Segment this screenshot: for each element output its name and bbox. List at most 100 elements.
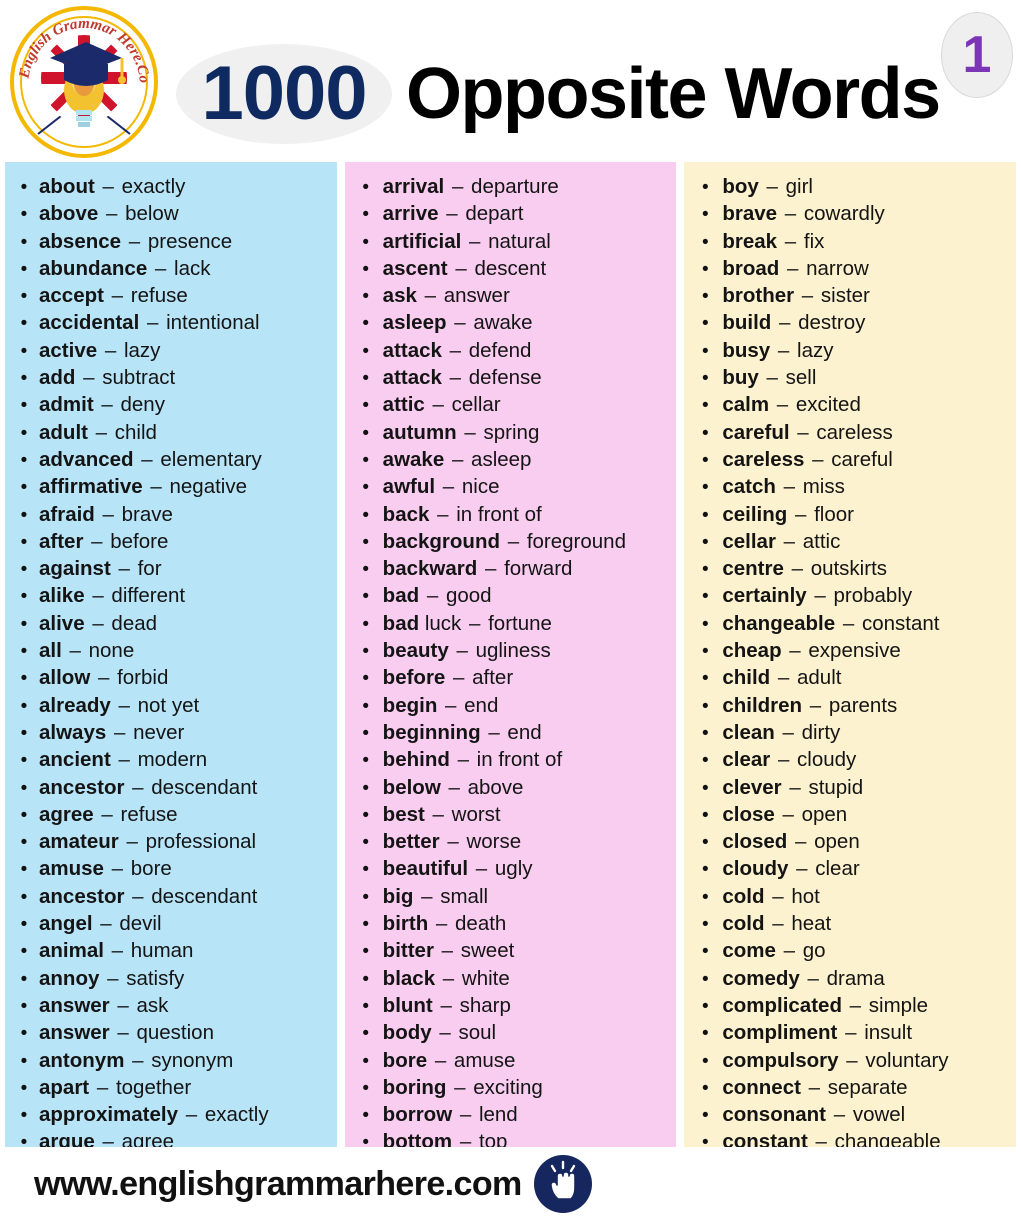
- dash-separator: –: [801, 284, 814, 308]
- word-pair-row: • arrive – depart: [349, 200, 673, 227]
- dash-separator: –: [449, 338, 462, 362]
- dash-separator: –: [132, 884, 144, 908]
- word-pair: adult – child: [39, 419, 157, 446]
- word: background: [382, 529, 500, 553]
- word-pair: allow – forbid: [39, 664, 168, 691]
- word: ancient: [39, 748, 111, 772]
- word: backward: [382, 557, 478, 581]
- opposite-word: depart: [465, 202, 524, 226]
- bullet-icon: •: [20, 1105, 28, 1127]
- word-pair: buy – sell: [722, 364, 816, 391]
- word: catch: [722, 475, 776, 499]
- dash-separator: –: [789, 775, 801, 799]
- site-url[interactable]: www.englishgrammarhere.com: [34, 1165, 522, 1204]
- word-pair: background – foreground: [383, 528, 626, 555]
- word: ascent: [382, 256, 448, 280]
- dash-separator: –: [434, 1048, 447, 1072]
- word-pair-row: • catch – miss: [688, 473, 1012, 500]
- bullet-icon: •: [20, 286, 28, 308]
- bullet-icon: •: [20, 559, 28, 581]
- bullet-icon: •: [702, 750, 709, 772]
- dash-separator: –: [102, 175, 114, 198]
- opposite-word: parents: [828, 693, 898, 717]
- opposite-word: deny: [120, 393, 165, 417]
- page-header: English Grammar Here.Com 1000 Opposite W…: [0, 0, 1021, 158]
- word-pair-row: • annoy – satisfy: [9, 965, 333, 992]
- opposite-word: narrow: [806, 256, 869, 280]
- bullet-icon: •: [362, 395, 369, 417]
- word-pair-row: • amateur – professional: [9, 828, 333, 855]
- word-pair-row: • busy – lazy: [688, 337, 1012, 364]
- opposite-word: subtract: [102, 366, 176, 390]
- bullet-icon: •: [20, 368, 28, 390]
- bullet-icon: •: [702, 395, 709, 417]
- bullet-icon: •: [702, 914, 709, 936]
- opposite-word: probably: [833, 584, 913, 608]
- word-pair-row: • birth – death: [349, 910, 673, 937]
- word-pair-row: • agree – refuse: [9, 801, 333, 828]
- word-pair: ceiling – floor: [722, 501, 854, 528]
- word-pair: awful – nice: [383, 473, 500, 500]
- word-pair-row: • cloudy – clear: [688, 855, 1012, 882]
- word-pair: beauty – ugliness: [383, 637, 551, 664]
- dash-separator: –: [69, 639, 81, 663]
- word: affirmative: [39, 475, 143, 499]
- bullet-icon: •: [362, 804, 369, 826]
- dash-separator: –: [132, 1048, 144, 1072]
- word-pair-row: • affirmative – negative: [9, 473, 333, 500]
- word-pair: cold – heat: [722, 910, 831, 937]
- word-pair-row: • cold – hot: [688, 883, 1012, 910]
- word: agree: [39, 802, 94, 826]
- word-pair-row: • answer – ask: [9, 992, 333, 1019]
- word: child: [722, 666, 771, 690]
- word-pair: cold – hot: [722, 883, 819, 910]
- bullet-icon: •: [362, 777, 369, 799]
- word-pair-row: • closed – open: [688, 828, 1012, 855]
- opposite-word: ugly: [494, 857, 533, 881]
- word: clean: [722, 720, 775, 744]
- bullet-icon: •: [702, 995, 709, 1017]
- opposite-word: hot: [791, 884, 820, 908]
- word-suffix: luck: [424, 611, 462, 635]
- dash-separator: –: [451, 447, 464, 471]
- dash-separator: –: [118, 748, 130, 772]
- dash-separator: –: [448, 775, 460, 799]
- bullet-icon: •: [362, 177, 369, 198]
- dash-separator: –: [432, 393, 444, 417]
- word: abundance: [39, 256, 148, 280]
- word-pair-row: • answer – question: [9, 1019, 333, 1046]
- bullet-icon: •: [362, 750, 369, 772]
- word-pair-row: • brother – sister: [688, 282, 1012, 309]
- bullet-icon: •: [20, 586, 28, 608]
- word-pair-row: • approximately – exactly: [9, 1101, 333, 1128]
- word-pair: build – destroy: [722, 309, 865, 336]
- english-grammar-here-logo[interactable]: English Grammar Here.Com: [8, 6, 160, 158]
- word: against: [39, 557, 111, 581]
- word: attack: [382, 366, 442, 390]
- opposite-word: sell: [785, 366, 817, 390]
- opposite-word: end: [464, 693, 499, 717]
- opposite-word: bore: [130, 857, 172, 881]
- word-pair: clever – stupid: [722, 774, 863, 801]
- word: best: [382, 802, 425, 826]
- word-pair-row: • compulsory – voluntary: [688, 1047, 1012, 1074]
- bullet-icon: •: [20, 477, 28, 499]
- word-columns: • about – exactly • above – below • absence –…: [0, 162, 1021, 1153]
- word-pair-row: • blunt – sharp: [349, 992, 673, 1019]
- bullet-icon: •: [20, 995, 28, 1017]
- title-label: Opposite Words: [406, 54, 941, 134]
- word-pair-row: • afraid – brave: [9, 501, 333, 528]
- word: complicated: [722, 993, 842, 1017]
- opposite-word: worst: [451, 802, 501, 826]
- bullet-icon: •: [702, 668, 709, 690]
- word-pair-row: • clever – stupid: [688, 774, 1012, 801]
- word-pair: ancestor – descendant: [39, 774, 257, 801]
- word-pair-row: • better – worse: [349, 828, 673, 855]
- dash-separator: –: [797, 420, 809, 444]
- word: ancestor: [39, 884, 125, 908]
- opposite-word: floor: [814, 502, 854, 526]
- opposite-word: not yet: [137, 693, 200, 717]
- word-pair: accept – refuse: [39, 282, 188, 309]
- bullet-icon: •: [20, 1023, 28, 1045]
- word: arrive: [382, 202, 439, 226]
